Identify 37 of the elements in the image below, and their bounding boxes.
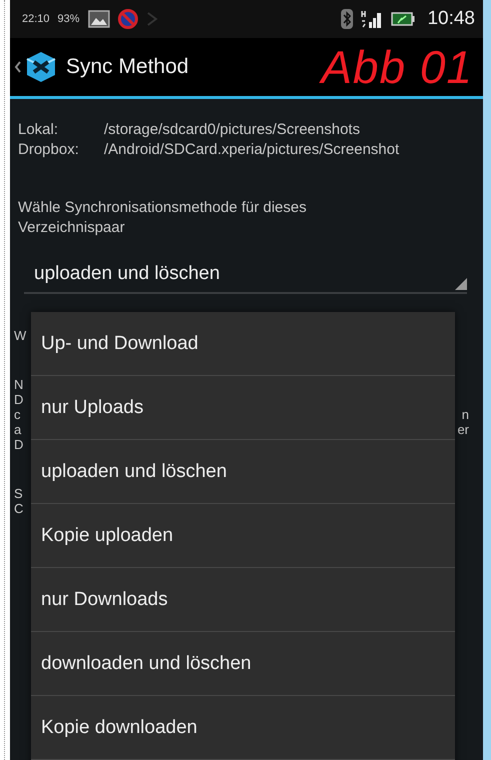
battery-percent: 93% bbox=[58, 13, 80, 25]
path-label: Lokal: bbox=[18, 121, 60, 138]
menu-item[interactable]: Up- und Download bbox=[31, 312, 455, 376]
text-fragment: n bbox=[462, 407, 469, 422]
sync-method-dropdown[interactable]: uploaden und löschen bbox=[24, 256, 467, 294]
text-fragment: er bbox=[457, 422, 469, 437]
text-fragment: S bbox=[14, 486, 23, 501]
image-icon bbox=[88, 10, 110, 28]
menu-item[interactable]: downloaden und löschen bbox=[31, 632, 455, 696]
dropdown-triangle-icon bbox=[455, 278, 467, 290]
prompt-text: Wähle Synchronisationsmethode für dieses Verzeichnispaar bbox=[18, 198, 308, 238]
signal-icon bbox=[361, 9, 384, 29]
status-time: 10:48 bbox=[427, 8, 475, 30]
annotation-label: Abb 01 bbox=[321, 40, 473, 94]
text-fragment: W bbox=[14, 328, 26, 343]
battery-icon bbox=[391, 11, 416, 27]
menu-item[interactable]: Kopie uploaden bbox=[31, 504, 455, 568]
path-label: Dropbox: bbox=[18, 141, 80, 158]
text-fragment: a bbox=[14, 422, 22, 437]
menu-item[interactable]: nur Downloads bbox=[31, 568, 455, 632]
path-value: /storage/sdcard0/pictures/Screenshots bbox=[104, 121, 361, 138]
text-fragment: D bbox=[14, 392, 24, 407]
text-fragment: C bbox=[14, 501, 24, 516]
up-button[interactable] bbox=[14, 50, 58, 84]
menu-item[interactable]: nur Uploads bbox=[31, 376, 455, 440]
no-entry-icon bbox=[118, 9, 138, 29]
back-caret-icon bbox=[14, 60, 22, 74]
path-value: /Android/SDCard.xperia/pictures/Screenshot bbox=[104, 141, 400, 158]
status-clock: 22:10 bbox=[22, 13, 50, 25]
text-fragment: D bbox=[14, 437, 24, 452]
menu-item[interactable]: Kopie downloaden bbox=[31, 696, 455, 760]
menu-item[interactable]: uploaden und löschen bbox=[31, 440, 455, 504]
screen-title: Sync Method bbox=[66, 55, 189, 79]
cube-icon bbox=[24, 50, 58, 84]
text-fragment: N bbox=[14, 377, 24, 392]
text-fragment: c bbox=[14, 407, 20, 422]
bluetooth-icon bbox=[341, 9, 354, 29]
